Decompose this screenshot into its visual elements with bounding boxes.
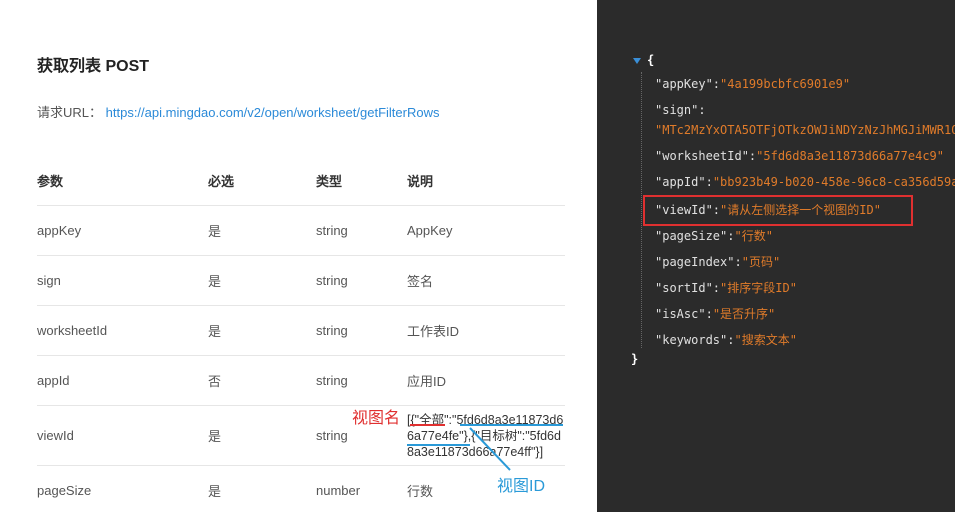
cell-param: viewId <box>37 406 208 466</box>
cell-type: string <box>316 356 407 406</box>
cell-desc: 应用ID <box>407 356 565 406</box>
json-value: "页码" <box>742 255 780 269</box>
json-value: "排序字段ID" <box>720 281 797 295</box>
json-open-brace: { <box>647 53 654 67</box>
json-value: "是否升序" <box>713 307 775 321</box>
json-key: "isAsc" <box>655 307 706 321</box>
header-param: 参数 <box>37 156 208 206</box>
view-name-annotation: 视图名 <box>352 404 400 428</box>
cell-desc: AppKey <box>407 206 565 256</box>
json-key: "worksheetId" <box>655 149 749 163</box>
api-doc-panel: 获取列表 POST 请求URL： https://api.mingdao.com… <box>0 0 597 512</box>
json-entry-pagesize: "pageSize":"行数" <box>655 227 773 244</box>
json-entry-sign-value: "MTc2MzYxOTA5OTFjOTkzOWJiNDYzNzJhMGJiMWR… <box>655 123 955 137</box>
table-row: appKey 是 string AppKey <box>37 206 565 256</box>
page-title: 获取列表 POST <box>37 52 149 76</box>
cell-desc: 工作表ID <box>407 306 565 356</box>
json-key: "appKey" <box>655 77 713 91</box>
cell-type: string <box>316 306 407 356</box>
json-key: "pageSize" <box>655 229 727 243</box>
table-row: sign 是 string 签名 <box>37 256 565 306</box>
json-key: "pageIndex" <box>655 255 734 269</box>
cell-type: string <box>316 206 407 256</box>
view-name-text: 全部 <box>419 413 444 427</box>
request-url-row: 请求URL： https://api.mingdao.com/v2/open/w… <box>37 102 439 121</box>
cell-param: appId <box>37 356 208 406</box>
cell-type: string <box>316 256 407 306</box>
json-fragment: [{" <box>407 413 419 427</box>
json-entry-pageindex: "pageIndex":"页码" <box>655 253 780 270</box>
json-fragment: ":" <box>444 413 456 427</box>
json-value: "搜索文本" <box>734 333 796 347</box>
json-entry-sortid: "sortId":"排序字段ID" <box>655 279 797 296</box>
cell-param: worksheetId <box>37 306 208 356</box>
cell-required: 是 <box>208 256 316 306</box>
cell-desc-view-json: [{"全部":"5fd6d8a3e11873d66a77e4fe"},{"目标树… <box>407 406 565 466</box>
json-key: "sign" <box>655 103 698 117</box>
json-key: "keywords" <box>655 333 727 347</box>
cell-param: pageSize <box>37 466 208 515</box>
header-required: 必选 <box>208 156 316 206</box>
cell-type: number <box>316 466 407 515</box>
table-header-row: 参数 必选 类型 说明 <box>37 156 565 206</box>
cell-required: 否 <box>208 356 316 406</box>
json-entry-keywords: "keywords":"搜索文本" <box>655 331 797 348</box>
json-preview-panel: { "appKey":"4a199bcbfc6901e9" "sign": "M… <box>597 0 955 512</box>
cell-required: 是 <box>208 206 316 256</box>
json-key: "sortId" <box>655 281 713 295</box>
cell-desc: 签名 <box>407 256 565 306</box>
request-url-label: 请求URL： <box>37 105 102 120</box>
viewid-highlight-box <box>643 195 913 226</box>
json-entry-appkey: "appKey":"4a199bcbfc6901e9" <box>655 77 850 91</box>
json-value: "4a199bcbfc6901e9" <box>720 77 850 91</box>
table-row: worksheetId 是 string 工作表ID <box>37 306 565 356</box>
json-key: "appId" <box>655 175 706 189</box>
indent-guide <box>641 72 642 348</box>
collapse-arrow-icon[interactable] <box>633 58 641 64</box>
table-row: appId 否 string 应用ID <box>37 356 565 406</box>
view-id-annotation: 视图ID <box>497 472 545 496</box>
json-value: "MTc2MzYxOTA5OTFjOTkzOWJiNDYzNzJhMGJiMWR… <box>655 123 955 137</box>
header-desc: 说明 <box>407 156 565 206</box>
json-value: "bb923b49-b020-458e-96c8-ca356d59a31e" <box>713 175 955 189</box>
cell-param: appKey <box>37 206 208 256</box>
header-type: 类型 <box>316 156 407 206</box>
table-row: viewId 是 string [{"全部":"5fd6d8a3e11873d6… <box>37 406 565 466</box>
json-entry-sign-key: "sign": <box>655 103 706 117</box>
json-value: "行数" <box>734 229 772 243</box>
cell-param: sign <box>37 256 208 306</box>
cell-required: 是 <box>208 406 316 466</box>
json-entry-worksheetid: "worksheetId":"5fd6d8a3e11873d66a77e4c9" <box>655 149 944 163</box>
json-value: "5fd6d8a3e11873d66a77e4c9" <box>756 149 944 163</box>
json-close-brace: } <box>631 352 638 366</box>
table-row: pageSize 是 number 行数 <box>37 466 565 515</box>
cell-required: 是 <box>208 466 316 515</box>
cell-required: 是 <box>208 306 316 356</box>
json-entry-isasc: "isAsc":"是否升序" <box>655 305 775 322</box>
request-url-link[interactable]: https://api.mingdao.com/v2/open/workshee… <box>106 105 440 120</box>
parameter-table: 参数 必选 类型 说明 appKey 是 string AppKey sign … <box>37 156 565 515</box>
json-entry-appid: "appId":"bb923b49-b020-458e-96c8-ca356d5… <box>655 175 955 189</box>
